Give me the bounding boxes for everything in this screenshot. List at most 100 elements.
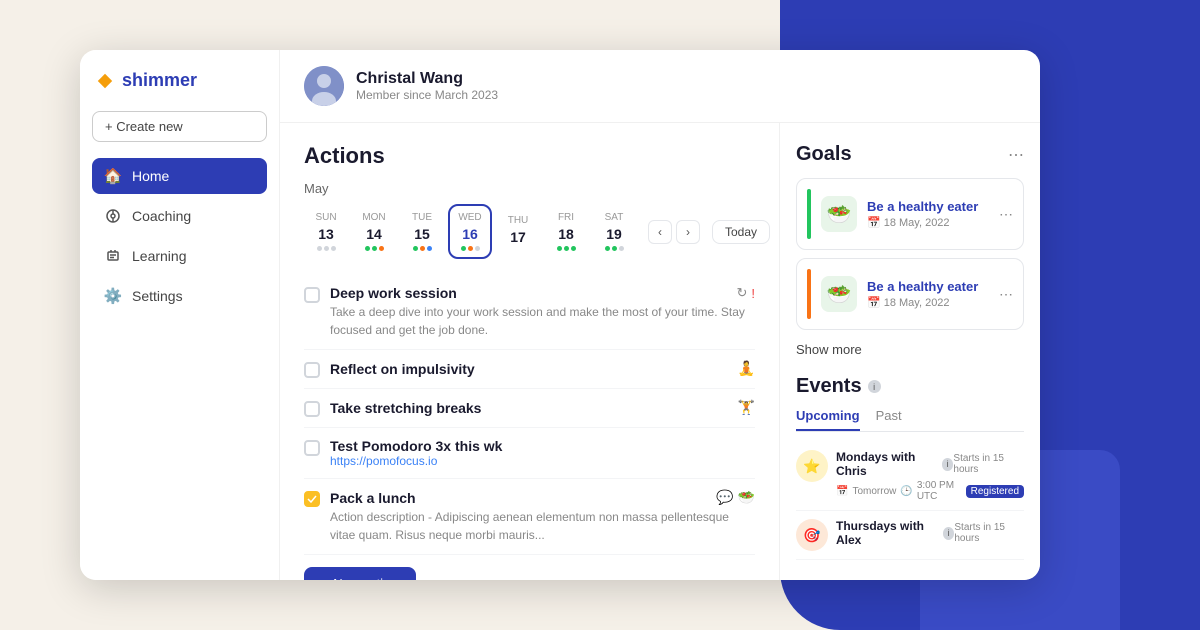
app-window: shimmer + Create new 🏠 Home Coaching — [80, 50, 1040, 580]
app-name: shimmer — [122, 70, 197, 91]
events-info-icon: i — [868, 380, 881, 393]
action-link-pomodoro[interactable]: https://pomofocus.io — [330, 454, 755, 468]
checkbox-pomodoro[interactable] — [304, 440, 320, 456]
event-when-1: Tomorrow — [852, 486, 896, 497]
action-item-lunch: Pack a lunch 💬 🥗 Action description - Ad… — [304, 479, 755, 555]
checkbox-deep-work[interactable] — [304, 287, 320, 303]
tab-upcoming[interactable]: Upcoming — [796, 408, 860, 431]
reflect-emoji: 🧘 — [738, 360, 755, 377]
action-item-stretching: Take stretching breaks 🏋️ — [304, 389, 755, 428]
event-name-2: Thursdays with Alex — [836, 519, 939, 547]
cal-day-tue[interactable]: TUE 15 — [400, 206, 444, 257]
action-desc-deep-work: Take a deep dive into your work session … — [330, 303, 755, 339]
goal-more-2[interactable]: ⋯ — [999, 286, 1013, 303]
goal-card-1[interactable]: 🥗 Be a healthy eater 📅 18 May, 2022 ⋯ — [796, 178, 1024, 250]
action-name-lunch: Pack a lunch — [330, 490, 416, 506]
calendar-nav: ‹ › — [648, 220, 700, 244]
nav-settings-label: Settings — [132, 288, 183, 304]
calendar-week: SUN 13 MON 14 TUE 15 — [304, 204, 755, 259]
learning-icon — [104, 247, 122, 265]
coaching-icon — [104, 207, 122, 225]
cal-day-sat[interactable]: SAT 19 — [592, 206, 636, 257]
create-new-button[interactable]: + Create new — [92, 111, 267, 142]
event-time-1: 3:00 PM UTC — [917, 480, 962, 502]
events-section: Events i Upcoming Past ⭐ Mondays with Ch… — [796, 375, 1024, 560]
settings-icon: ⚙️ — [104, 287, 122, 305]
nav-learning-label: Learning — [132, 248, 187, 264]
goal-image-2: 🥗 — [821, 276, 857, 312]
event-meta-1: 📅 Tomorrow 🕒 3:00 PM UTC Registered — [836, 480, 1024, 502]
action-name-stretching: Take stretching breaks — [330, 400, 481, 416]
goals-title: Goals — [796, 143, 852, 166]
cal-day-thu[interactable]: THU 17 — [496, 209, 540, 255]
action-name-reflect: Reflect on impulsivity — [330, 361, 475, 377]
calendar-section: May SUN 13 MON 14 TUE — [304, 181, 755, 259]
events-title-row: Events i — [796, 375, 1024, 398]
event-avatar-2: 🎯 — [796, 519, 828, 551]
user-header: Christal Wang Member since March 2023 — [280, 50, 1040, 123]
event-card-1: ⭐ Mondays with Chris i Starts in 15 hour… — [796, 442, 1024, 511]
actions-title: Actions — [304, 143, 755, 169]
salad-icon: 🥗 — [738, 489, 755, 506]
checkbox-reflect[interactable] — [304, 362, 320, 378]
calendar-month: May — [304, 181, 755, 196]
show-more-goals[interactable]: Show more — [796, 342, 862, 357]
event-info-icon-1: i — [942, 458, 954, 471]
warning-icon: ! — [751, 286, 755, 301]
cal-day-fri[interactable]: FRI 18 — [544, 206, 588, 257]
cal-day-wed[interactable]: WED 16 — [448, 204, 492, 259]
goal-card-2[interactable]: 🥗 Be a healthy eater 📅 18 May, 2022 ⋯ — [796, 258, 1024, 330]
goal-more-1[interactable]: ⋯ — [999, 206, 1013, 223]
action-desc-lunch: Action description - Adipiscing aenean e… — [330, 508, 755, 544]
nav-coaching-label: Coaching — [132, 208, 191, 224]
goal-image-1: 🥗 — [821, 196, 857, 232]
event-card-2: 🎯 Thursdays with Alex i Starts in 15 hou… — [796, 511, 1024, 560]
today-button[interactable]: Today — [712, 220, 770, 244]
right-panel: Goals ⋯ 🥗 Be a healthy eater 📅 18 May, 2… — [780, 123, 1040, 580]
event-avatar-1: ⭐ — [796, 450, 828, 482]
goal-name-1: Be a healthy eater — [867, 199, 989, 214]
user-since: Member since March 2023 — [356, 88, 498, 102]
goal-bar-1 — [807, 189, 811, 239]
goals-section: Goals ⋯ 🥗 Be a healthy eater 📅 18 May, 2… — [796, 143, 1024, 359]
sidebar: shimmer + Create new 🏠 Home Coaching — [80, 50, 280, 580]
action-item-reflect: Reflect on impulsivity 🧘 — [304, 350, 755, 389]
event-info-icon-2: i — [943, 527, 955, 540]
checkbox-stretching[interactable] — [304, 401, 320, 417]
event-starts-1: Starts in 15 hours — [953, 453, 1024, 475]
cal-prev-button[interactable]: ‹ — [648, 220, 672, 244]
cal-day-mon[interactable]: MON 14 — [352, 206, 396, 257]
sidebar-item-home[interactable]: 🏠 Home — [92, 158, 267, 194]
main-body: Actions May SUN 13 MON 14 — [280, 123, 1040, 580]
checkbox-lunch[interactable] — [304, 491, 320, 507]
goal-date-1: 📅 18 May, 2022 — [867, 216, 989, 229]
events-tabs: Upcoming Past — [796, 408, 1024, 432]
main-content: Christal Wang Member since March 2023 Ac… — [280, 50, 1040, 580]
goals-more-button[interactable]: ⋯ — [1008, 145, 1024, 165]
home-icon: 🏠 — [104, 167, 122, 185]
action-name-deep-work: Deep work session — [330, 285, 457, 301]
stretching-emoji: 🏋️ — [738, 399, 755, 416]
user-name: Christal Wang — [356, 70, 498, 88]
logo: shimmer — [92, 70, 267, 91]
new-action-button[interactable]: + New action — [304, 567, 416, 580]
event-name-1: Mondays with Chris — [836, 450, 938, 478]
goal-date-2: 📅 18 May, 2022 — [867, 296, 989, 309]
create-new-label: + Create new — [105, 119, 183, 134]
logo-icon — [96, 72, 114, 90]
event-registered-1: Registered — [966, 485, 1024, 498]
sidebar-item-settings[interactable]: ⚙️ Settings — [92, 278, 267, 314]
cal-next-button[interactable]: › — [676, 220, 700, 244]
sidebar-item-learning[interactable]: Learning — [92, 238, 267, 274]
tab-past[interactable]: Past — [876, 408, 902, 431]
avatar — [304, 66, 344, 106]
user-info: Christal Wang Member since March 2023 — [356, 70, 498, 102]
sidebar-item-coaching[interactable]: Coaching — [92, 198, 267, 234]
chat-icon: 💬 — [716, 489, 733, 506]
goals-header: Goals ⋯ — [796, 143, 1024, 166]
goal-name-2: Be a healthy eater — [867, 279, 989, 294]
action-name-pomodoro: Test Pomodoro 3x this wk — [330, 438, 502, 454]
events-title: Events — [796, 375, 862, 398]
action-item-deep-work: Deep work session ↻ ! Take a deep dive i… — [304, 275, 755, 350]
cal-day-sun[interactable]: SUN 13 — [304, 206, 348, 257]
